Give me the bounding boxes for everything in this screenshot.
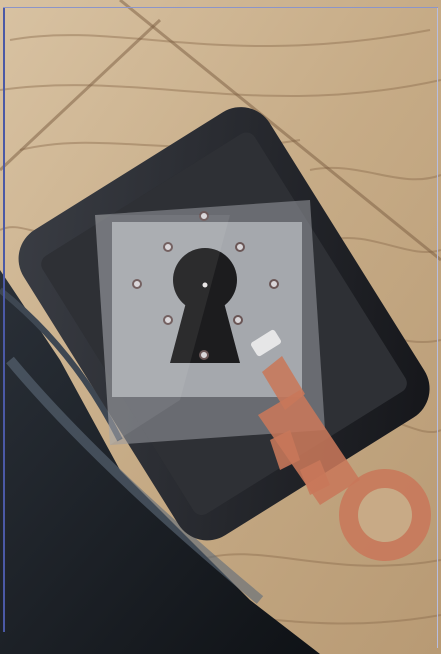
frame-border-right	[437, 8, 438, 648]
frame-border-top	[3, 7, 438, 8]
key-ring-hole	[358, 488, 412, 542]
photo-scene	[0, 0, 441, 654]
frame-border-left	[3, 8, 5, 632]
